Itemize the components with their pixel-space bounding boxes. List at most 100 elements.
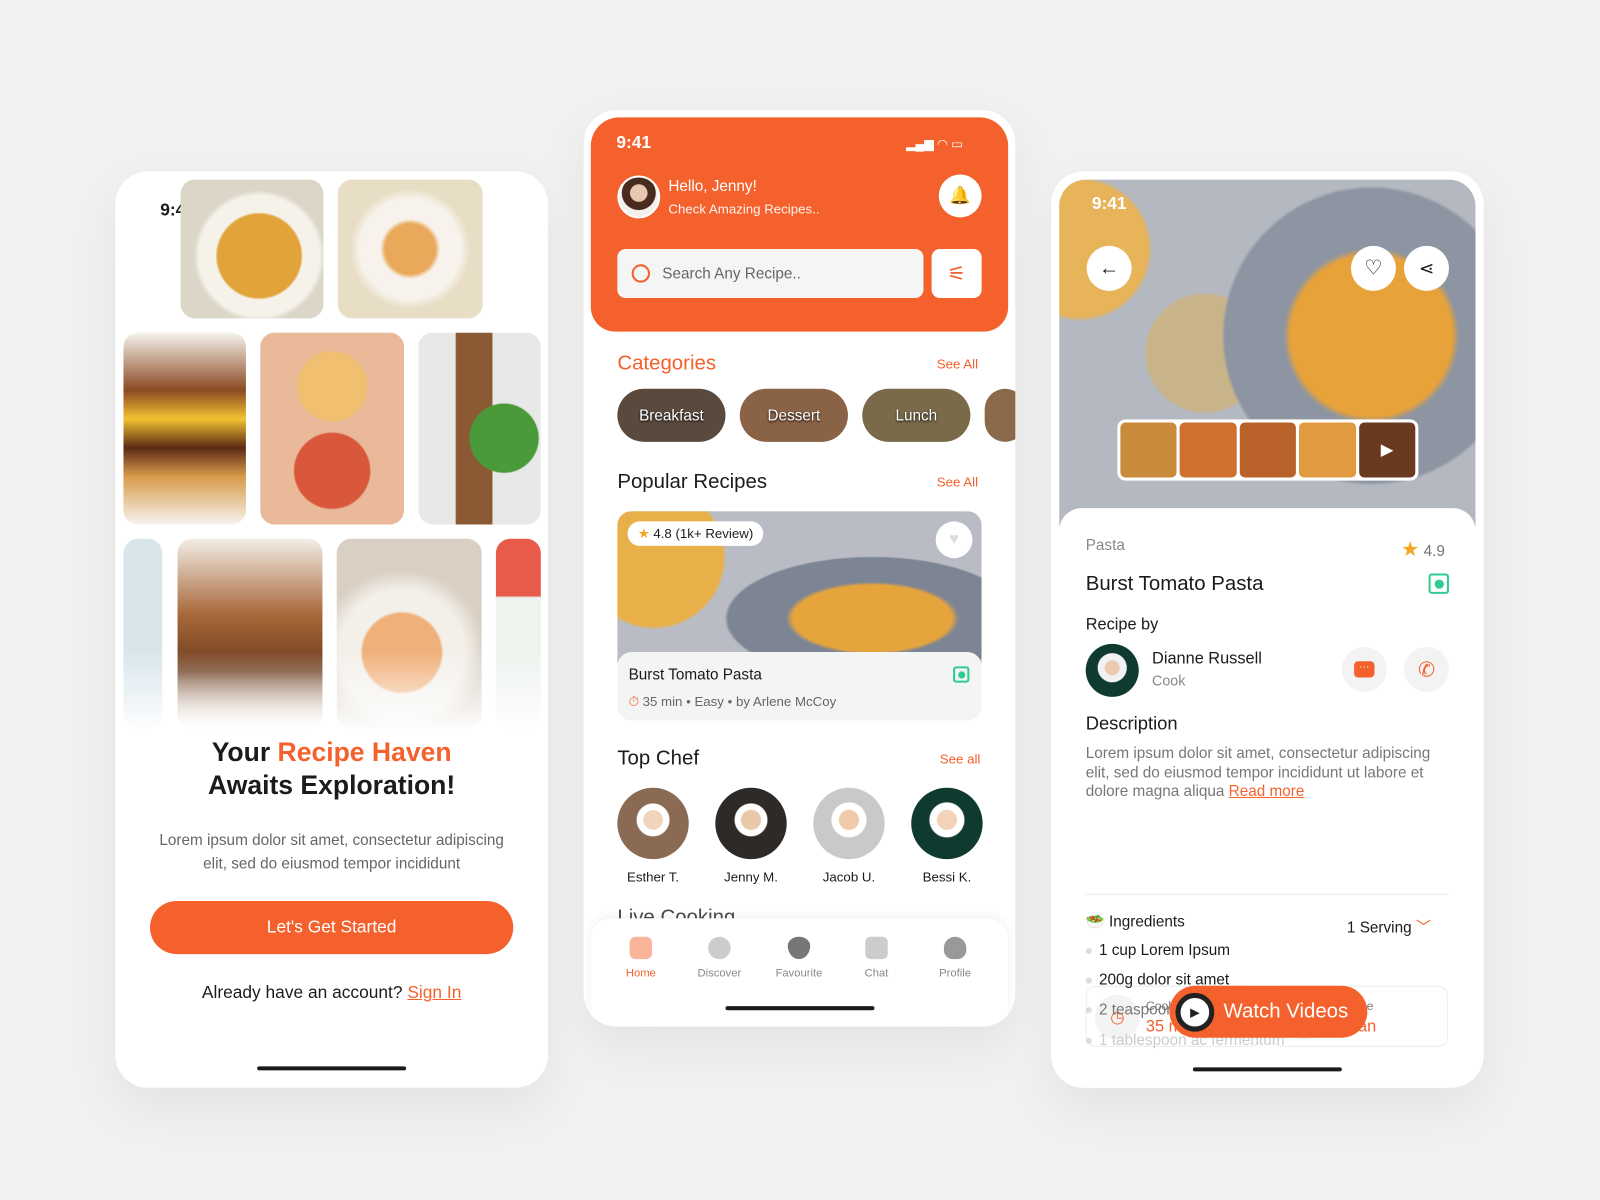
recipe-category: Pasta <box>1085 536 1125 555</box>
thumbnail[interactable] <box>1179 422 1237 478</box>
signin-row: Already have an account? Sign In <box>115 983 548 1003</box>
categories-see-all[interactable]: See All <box>937 356 978 371</box>
get-started-button[interactable]: Let's Get Started <box>149 901 514 955</box>
chef-jacob[interactable]: Jacob U. <box>813 787 885 885</box>
popular-title: Popular Recipes <box>617 470 768 493</box>
nav-home[interactable]: Home <box>605 936 676 980</box>
nav-label: Discover <box>697 967 742 980</box>
rating-text: 4.8 (1k+ Review) <box>653 525 754 541</box>
signin-prompt: Already have an account? <box>201 982 403 1003</box>
nav-discover[interactable]: Discover <box>684 936 755 980</box>
watch-videos-button[interactable]: ▶ Watch Videos <box>1169 985 1368 1038</box>
filter-icon: ⚟ <box>947 262 966 286</box>
recipe-meta-text: 35 min • Easy • by Arlene McCoy <box>642 693 837 710</box>
top-chef-see-all[interactable]: See all <box>940 751 981 766</box>
play-icon: ▶ <box>1175 992 1215 1032</box>
food-photo-cake <box>337 179 483 319</box>
search-input[interactable]: Search Any Recipe.. <box>617 248 924 298</box>
chef-jenny[interactable]: Jenny M. <box>715 787 787 885</box>
food-photo-pizza <box>260 332 405 525</box>
greeting: Hello, Jenny! <box>668 177 757 195</box>
chef-name: Dianne Russell <box>1152 649 1262 668</box>
home-screen: 9:41 ▂▄▆ ◠ ▭ Hello, Jenny! Check Amazing… <box>583 110 1016 1027</box>
category-more[interactable] <box>984 388 1016 442</box>
nav-profile[interactable]: Profile <box>919 936 990 980</box>
user-icon <box>943 936 967 960</box>
veg-icon <box>953 666 970 683</box>
home-indicator <box>1192 1067 1342 1072</box>
chef-esther[interactable]: Esther T. <box>617 787 689 885</box>
ingredients-header: 🥗 Ingredients <box>1086 912 1185 930</box>
onboarding-body: Lorem ipsum dolor sit amet, consectetur … <box>159 831 504 873</box>
read-more-link[interactable]: Read more <box>1229 783 1305 800</box>
notification-button[interactable]: 🔔 <box>938 174 982 218</box>
status-icons: ▂▄▆ ◠ ▭ <box>906 136 963 152</box>
search-placeholder: Search Any Recipe.. <box>662 264 801 283</box>
thumbnail-strip: ▶ <box>1117 419 1419 481</box>
heart-icon: ♥ <box>949 530 959 548</box>
veg-icon <box>1428 573 1449 594</box>
recipe-rating: ★ 4.9 <box>1401 537 1445 563</box>
chef-avatar <box>617 787 689 860</box>
user-avatar <box>617 175 661 219</box>
description-title: Description <box>1085 713 1178 734</box>
chef-name: Bessi K. <box>922 869 972 885</box>
favorite-button[interactable]: ♥ <box>935 521 973 559</box>
favorite-button[interactable]: ♡ <box>1351 245 1396 291</box>
onboarding-title: Your Recipe Haven Awaits Exploration! <box>115 736 548 801</box>
heart-icon <box>787 936 811 960</box>
thumbnail-video[interactable]: ▶ <box>1358 422 1416 478</box>
category-dessert[interactable]: Dessert <box>739 388 848 442</box>
search-icon <box>631 264 650 283</box>
recipe-detail-screen: 9:41 ← ♡ ⋖ ▶ Pasta ★ 4.9 Burst Tomato Pa… <box>1051 171 1484 1088</box>
home-indicator <box>257 1066 407 1071</box>
thumbnail[interactable] <box>1239 422 1297 478</box>
filter-button[interactable]: ⚟ <box>931 248 982 298</box>
home-icon <box>629 936 653 960</box>
recipe-by-label: Recipe by <box>1085 616 1159 634</box>
bowl-icon: 🥗 <box>1085 913 1105 931</box>
ingredients-title: Ingredients <box>1109 913 1185 931</box>
chat-icon: ··· <box>1354 661 1375 678</box>
nav-chat[interactable]: Chat <box>841 936 912 980</box>
nav-label: Chat <box>864 967 889 980</box>
message-button[interactable]: ··· <box>1341 646 1387 692</box>
chat-icon <box>865 936 888 960</box>
nav-favourite[interactable]: Favourite <box>763 936 834 980</box>
chef-avatar <box>911 787 983 860</box>
popular-see-all[interactable]: See All <box>937 474 978 489</box>
recipe-name: Burst Tomato Pasta <box>628 666 762 684</box>
thumbnail[interactable] <box>1299 422 1356 478</box>
food-photo-salad <box>418 332 541 525</box>
recipe-meta: ⏱ 35 min • Easy • by Arlene McCoy <box>629 694 837 710</box>
greeting-subtitle: Check Amazing Recipes.. <box>668 201 820 217</box>
category-breakfast[interactable]: Breakfast <box>617 388 726 442</box>
serving-select[interactable]: 1 Serving ﹀ <box>1347 916 1431 937</box>
nav-label: Home <box>625 967 656 980</box>
chevron-down-icon: ﹀ <box>1415 919 1432 937</box>
categories-title: Categories <box>617 352 717 375</box>
rating-value: 4.9 <box>1423 542 1445 561</box>
star-icon: ★ <box>637 525 650 541</box>
timer-icon: ⏱ <box>628 693 639 710</box>
ingredient-item: 1 cup Lorem Ipsum <box>1085 941 1230 960</box>
signin-link[interactable]: Sign In <box>407 983 461 1002</box>
recipe-title: Burst Tomato Pasta <box>1085 572 1264 595</box>
serving-value: 1 Serving <box>1346 919 1412 937</box>
ingredient-item: 2 teaspoon <box>1085 1001 1175 1019</box>
call-button[interactable]: ✆ <box>1404 646 1449 692</box>
nav-label: Favourite <box>775 967 823 980</box>
popular-recipe-card[interactable]: ★ 4.8 (1k+ Review) ♥ Burst Tomato Pasta … <box>617 511 982 721</box>
thumbnail[interactable] <box>1120 422 1177 478</box>
nav-label: Profile <box>939 967 972 980</box>
chef-role: Cook <box>1152 672 1186 689</box>
watch-videos-label: Watch Videos <box>1223 999 1349 1023</box>
chef-avatar <box>813 787 885 860</box>
status-time: 9:41 <box>1091 193 1127 214</box>
chef-bessi[interactable]: Bessi K. <box>911 787 983 885</box>
chef-avatar <box>1085 643 1139 697</box>
category-lunch[interactable]: Lunch <box>862 388 971 442</box>
back-button[interactable]: ← <box>1086 245 1132 291</box>
share-button[interactable]: ⋖ <box>1404 245 1449 291</box>
chef-name: Jacob U. <box>822 869 876 885</box>
